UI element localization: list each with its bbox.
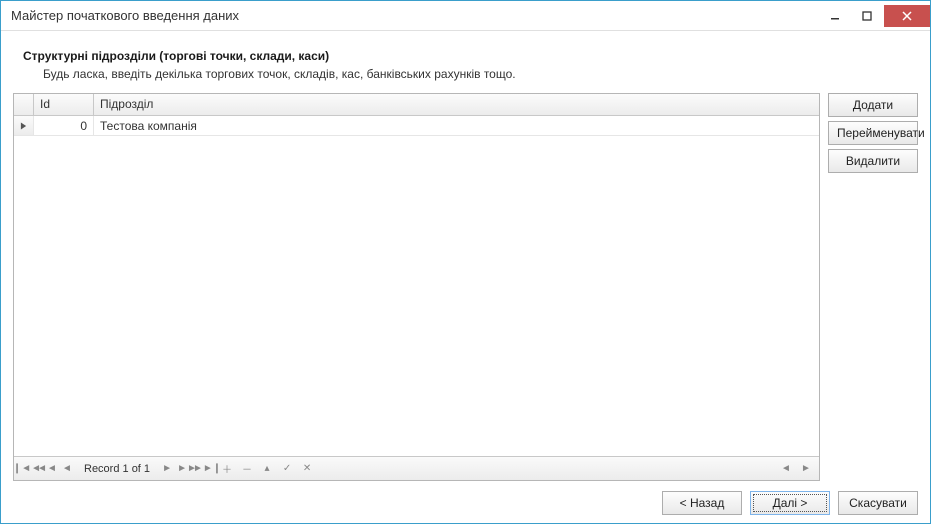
nav-record-label: Record 1 of 1 xyxy=(78,463,156,475)
grid-body[interactable]: 0 Тестова компанія xyxy=(14,116,819,456)
side-buttons: Додати Перейменувати Видалити xyxy=(828,93,918,481)
rename-button[interactable]: Перейменувати xyxy=(828,121,918,145)
nav-cancel-icon[interactable]: ✕ xyxy=(298,460,316,478)
header-block: Структурні підрозділи (торгові точки, ск… xyxy=(13,43,918,93)
nav-next-icon[interactable]: ► xyxy=(158,460,176,478)
titlebar: Майстер початкового введення даних xyxy=(1,1,930,31)
section-title: Структурні підрозділи (торгові точки, ск… xyxy=(23,49,908,63)
section-description: Будь ласка, введіть декілька торгових то… xyxy=(23,67,908,81)
main-row: Id Підрозділ 0 Тестова компанія ❙◄◄ ◄◄ ◄… xyxy=(13,93,918,481)
minimize-button[interactable] xyxy=(820,5,850,27)
table-row[interactable]: 0 Тестова компанія xyxy=(14,116,819,136)
cell-name[interactable]: Тестова компанія xyxy=(94,116,819,135)
content-area: Структурні підрозділи (торгові точки, ск… xyxy=(1,31,930,523)
add-button[interactable]: Додати xyxy=(828,93,918,117)
nav-prev-icon[interactable]: ◄ xyxy=(58,460,76,478)
nav-first-icon[interactable]: ❙◄◄ xyxy=(18,460,36,478)
nav-prev-page-icon[interactable]: ◄◄ xyxy=(38,460,56,478)
delete-button[interactable]: Видалити xyxy=(828,149,918,173)
cancel-button[interactable]: Скасувати xyxy=(838,491,918,515)
back-button[interactable]: < Назад xyxy=(662,491,742,515)
nav-scroll-left-icon[interactable]: ◄ xyxy=(777,460,795,478)
window-title: Майстер початкового введення даних xyxy=(11,8,820,23)
next-button[interactable]: Далі > xyxy=(750,491,830,515)
grid-navigator: ❙◄◄ ◄◄ ◄ Record 1 of 1 ► ►► ►►❙ ＋ － ▴ ✓ … xyxy=(14,456,819,480)
grid-header-name[interactable]: Підрозділ xyxy=(94,94,819,115)
footer-buttons: < Назад Далі > Скасувати xyxy=(13,481,918,515)
grid-header-id[interactable]: Id xyxy=(34,94,94,115)
nav-commit-icon[interactable]: ✓ xyxy=(278,460,296,478)
data-grid[interactable]: Id Підрозділ 0 Тестова компанія ❙◄◄ ◄◄ ◄… xyxy=(13,93,820,481)
nav-edit-icon[interactable]: ▴ xyxy=(258,460,276,478)
maximize-button[interactable] xyxy=(852,5,882,27)
nav-remove-icon[interactable]: － xyxy=(238,460,256,478)
grid-header-row: Id Підрозділ xyxy=(14,94,819,116)
row-indicator-icon xyxy=(14,116,34,135)
nav-add-icon[interactable]: ＋ xyxy=(218,460,236,478)
grid-header-indicator xyxy=(14,94,34,115)
nav-last-icon[interactable]: ►►❙ xyxy=(198,460,216,478)
close-button[interactable] xyxy=(884,5,930,27)
nav-scroll-right-icon[interactable]: ► xyxy=(797,460,815,478)
cell-id[interactable]: 0 xyxy=(34,116,94,135)
